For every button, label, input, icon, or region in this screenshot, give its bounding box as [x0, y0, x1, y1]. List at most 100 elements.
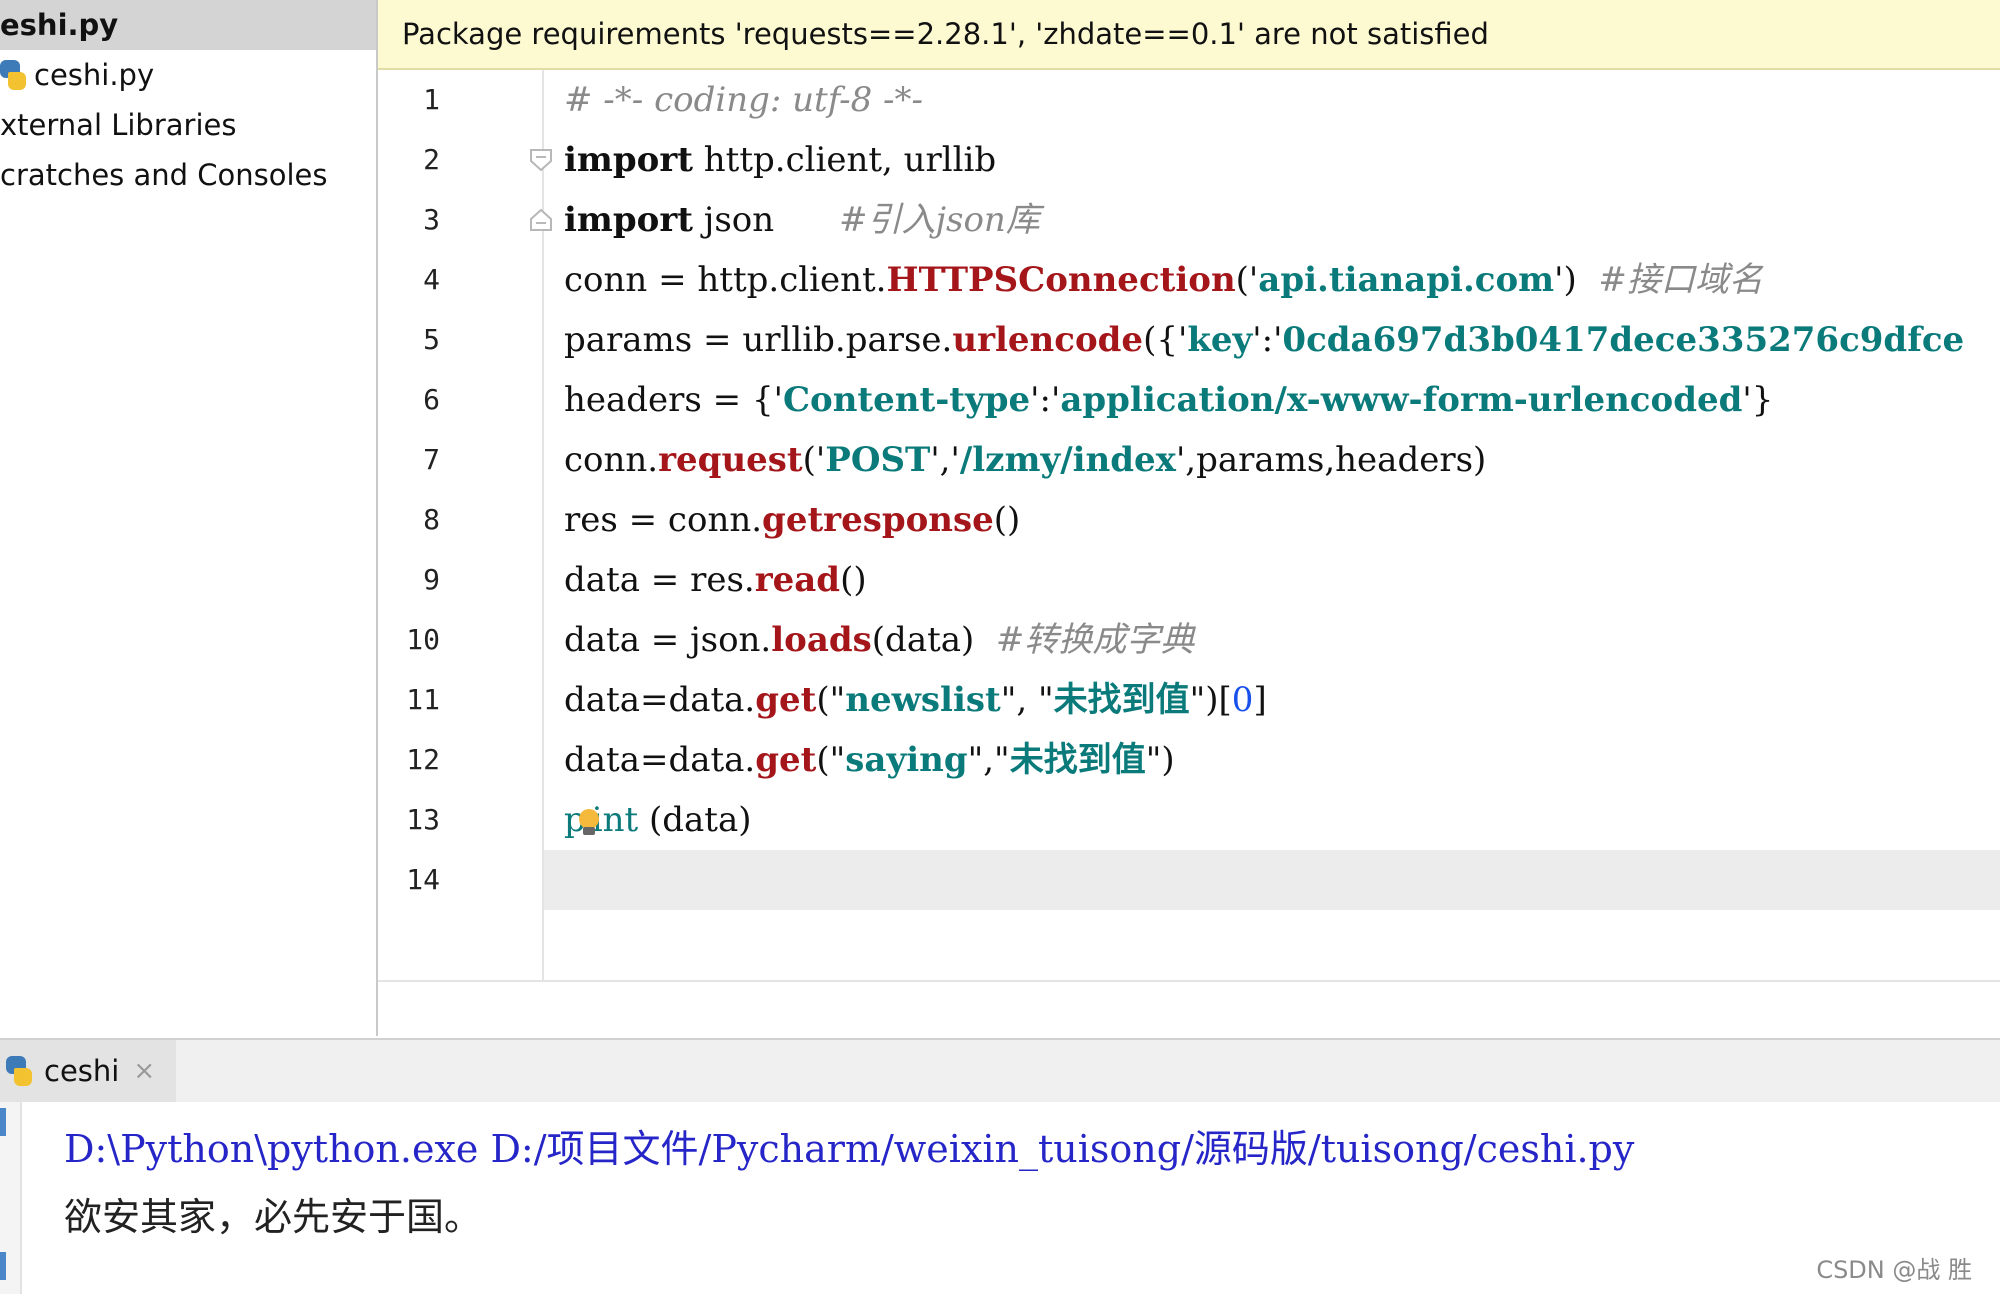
code-line[interactable]: import http.client, urllib: [564, 130, 996, 190]
code-token: data=data.: [564, 740, 756, 780]
code-token: ({': [1143, 320, 1188, 360]
code-token: ]: [1253, 680, 1267, 720]
watermark-text: CSDN @战 胜: [1816, 1256, 1972, 1284]
line-number: 10: [406, 623, 440, 656]
lightbulb-icon[interactable]: [578, 809, 600, 835]
code-line[interactable]: params = urllib.parse.urlencode({'key':'…: [564, 310, 1964, 370]
line-number: 11: [406, 683, 440, 716]
console-marker: [0, 1252, 6, 1280]
run-tab-bar: ceshi ×: [0, 1040, 2000, 1102]
code-token: headers = {': [564, 380, 783, 420]
line-number: 9: [423, 563, 440, 596]
code-line[interactable]: conn.request('POST','/lzmy/index',params…: [564, 430, 1486, 490]
code-token: (): [993, 500, 1021, 540]
code-token: 未找到值: [1009, 740, 1146, 780]
code-line[interactable]: conn = http.client.HTTPSConnection('api.…: [564, 250, 1763, 310]
code-token: get: [755, 740, 817, 780]
code-token: data=data.: [564, 680, 756, 720]
code-line[interactable]: data=data.get("saying","未找到值"): [564, 730, 1175, 790]
code-token: (": [816, 740, 846, 780]
code-token: newslist: [845, 680, 1001, 720]
code-token: (': [802, 440, 826, 480]
code-token: 未找到值: [1053, 680, 1190, 720]
tree-item-ceshi-py[interactable]: ceshi.py: [0, 50, 376, 100]
code-token: import: [564, 140, 693, 180]
code-line[interactable]: data = res.read(): [564, 550, 867, 610]
line-number: 1: [423, 83, 440, 116]
code-line[interactable]: # -*- coding: utf-8 -*-: [564, 70, 923, 130]
code-line[interactable]: data = json.loads(data) #转换成字典: [564, 610, 1194, 670]
code-token: /lzmy/index: [959, 440, 1176, 480]
code-line[interactable]: import json #引入json库: [564, 190, 1040, 250]
code-token: ',params,headers): [1175, 440, 1487, 480]
code-token: conn = http.client.: [564, 260, 887, 300]
code-token: key: [1187, 320, 1253, 360]
code-token: 0cda697d3b0417dece335276c9dfce: [1282, 320, 1965, 360]
code-token: (": [816, 680, 846, 720]
code-token: POST: [825, 440, 931, 480]
code-line[interactable]: res = conn.getresponse(): [564, 490, 1020, 550]
line-number-gutter: 1 2 3 4 5 6 7 8 9 10 11 12 13 14: [378, 70, 552, 980]
code-token: json: [692, 200, 839, 240]
tree-item-label: xternal Libraries: [0, 108, 237, 142]
code-token: (': [1235, 260, 1259, 300]
code-token: import: [564, 200, 693, 240]
code-token: '}: [1742, 380, 1774, 420]
line-number: 2: [423, 143, 440, 176]
line-number: 4: [423, 263, 440, 296]
run-tab-label: ceshi: [44, 1054, 120, 1088]
code-token: api.tianapi.com: [1258, 260, 1555, 300]
code-token: urlencode: [952, 320, 1144, 360]
code-token: ", ": [1000, 680, 1054, 720]
run-console-panel: ceshi × D:\Python\python.exe D:/项目文件/Pyc…: [0, 1038, 2000, 1294]
code-line[interactable]: p int (data): [564, 790, 752, 850]
tree-item-label: eshi.py: [0, 8, 119, 42]
project-tree-panel: eshi.py ceshi.py xternal Libraries cratc…: [0, 0, 378, 1036]
code-token: 0: [1231, 680, 1254, 720]
current-line-highlight: [378, 850, 2000, 910]
tree-item-label: cratches and Consoles: [0, 158, 328, 192]
code-area[interactable]: # -*- coding: utf-8 -*- import http.clien…: [378, 70, 2000, 980]
console-output-command: D:\Python\python.exe D:/项目文件/Pycharm/wei…: [64, 1127, 1635, 1171]
code-token: Content-type: [782, 380, 1031, 420]
code-token: #转换成字典: [995, 620, 1195, 660]
python-run-icon: [6, 1056, 32, 1086]
code-token: data = json.: [564, 620, 772, 660]
code-token: ",": [967, 740, 1010, 780]
line-number: 7: [423, 443, 440, 476]
code-token: application/x-www-form-urlencoded: [1060, 380, 1743, 420]
code-token: res = conn.: [564, 500, 763, 540]
code-token: data = res.: [564, 560, 755, 600]
line-number: 8: [423, 503, 440, 536]
line-number: 14: [406, 863, 440, 896]
code-token: conn.: [564, 440, 659, 480]
code-token: (data): [871, 620, 996, 660]
code-line[interactable]: data=data.get("newslist", "未找到值")[0]: [564, 670, 1267, 730]
tree-item-external-libraries[interactable]: xternal Libraries: [0, 100, 376, 150]
code-token: params = urllib.parse.: [564, 320, 953, 360]
tree-item-label: ceshi.py: [34, 58, 155, 92]
line-number: 6: [423, 383, 440, 416]
close-icon[interactable]: ×: [133, 1056, 155, 1086]
code-token: loads: [771, 620, 872, 660]
code-token: '): [1554, 260, 1599, 300]
code-editor[interactable]: Package requirements 'requests==2.28.1',…: [378, 0, 2000, 1036]
run-tab-ceshi[interactable]: ceshi ×: [0, 1040, 176, 1102]
code-token: ':': [1030, 380, 1061, 420]
line-number: 5: [423, 323, 440, 356]
code-line[interactable]: headers = {'Content-type':'application/x…: [564, 370, 1773, 430]
tree-item-scratches-and-consoles[interactable]: cratches and Consoles: [0, 150, 376, 200]
code-token: #引入json库: [838, 200, 1040, 240]
code-token: saying: [845, 740, 968, 780]
console-output-result: 欲安其家，必先安于国。: [64, 1195, 483, 1239]
console-marker: [0, 1108, 6, 1136]
code-token: "): [1145, 740, 1175, 780]
fold-marker-icon[interactable]: [528, 207, 554, 233]
tree-item-selected-file[interactable]: eshi.py: [0, 0, 376, 50]
code-token: request: [658, 440, 803, 480]
banner-text: Package requirements 'requests==2.28.1',…: [402, 17, 1489, 51]
line-number: 3: [423, 203, 440, 236]
code-token: get: [755, 680, 817, 720]
code-token: (): [840, 560, 867, 600]
fold-marker-icon[interactable]: [528, 147, 554, 173]
